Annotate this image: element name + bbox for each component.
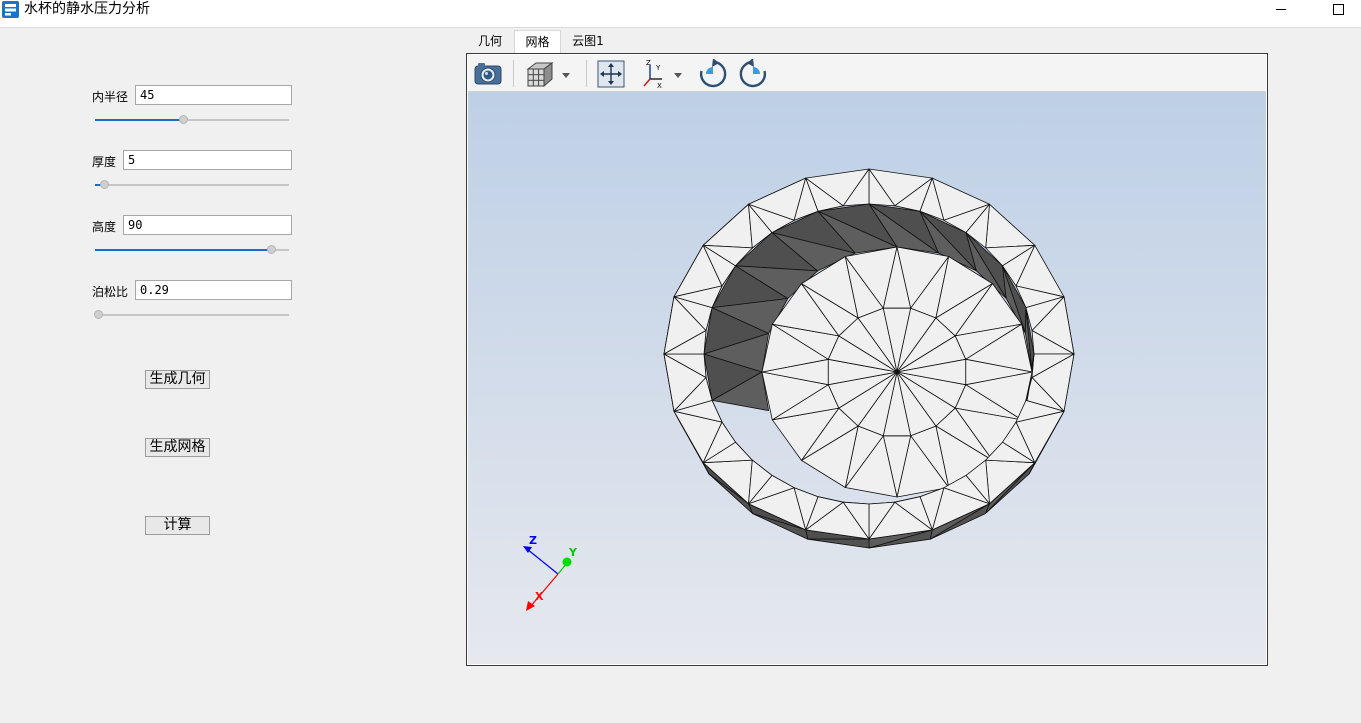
inner-radius-input[interactable]: 45 bbox=[135, 85, 292, 105]
generate-mesh-button[interactable]: 生成网格 bbox=[145, 438, 210, 457]
poisson-label: 泊松比 bbox=[92, 285, 129, 299]
cube-view-icon[interactable] bbox=[524, 59, 574, 89]
slider-handle[interactable] bbox=[94, 310, 103, 319]
fit-view-icon[interactable] bbox=[596, 59, 626, 89]
poisson-input[interactable]: 0.29 bbox=[135, 280, 292, 300]
toolbar-separator bbox=[513, 60, 514, 87]
axis-z-label: Z bbox=[529, 534, 537, 547]
toolbar-separator bbox=[586, 60, 587, 87]
rotate-ccw-icon[interactable] bbox=[738, 59, 768, 89]
slider-handle[interactable] bbox=[99, 180, 109, 189]
axes-orient-icon[interactable]: Z Y X bbox=[640, 59, 690, 89]
thickness-label: 厚度 bbox=[92, 155, 117, 169]
axis-y-label: Y bbox=[568, 546, 578, 559]
poisson-slider[interactable] bbox=[94, 309, 289, 321]
viewport-3d: Z Y X Z Y X bbox=[466, 53, 1268, 666]
minimize-button[interactable] bbox=[1266, 0, 1296, 18]
slider-handle[interactable] bbox=[178, 115, 188, 124]
svg-text:Z: Z bbox=[646, 59, 651, 67]
minimize-icon bbox=[1276, 8, 1286, 10]
inner-radius-label: 内半径 bbox=[92, 90, 129, 104]
window-title: 水杯的静水压力分析 bbox=[24, 1, 150, 17]
viewer-toolbar: Z Y X bbox=[468, 55, 1266, 92]
camera-icon[interactable] bbox=[473, 59, 503, 89]
tab-contour[interactable]: 云图1 bbox=[562, 30, 614, 53]
height-input[interactable]: 90 bbox=[123, 215, 292, 235]
svg-text:X: X bbox=[657, 82, 662, 89]
inner-radius-slider[interactable] bbox=[95, 114, 289, 126]
mesh-scene[interactable]: Z Y X bbox=[468, 92, 1266, 664]
svg-text:Y: Y bbox=[655, 64, 661, 72]
generate-geometry-button[interactable]: 生成几何 bbox=[145, 370, 210, 389]
app-icon bbox=[2, 1, 19, 18]
slider-handle[interactable] bbox=[266, 245, 276, 254]
rotate-cw-icon[interactable] bbox=[698, 59, 728, 89]
height-label: 高度 bbox=[92, 220, 117, 234]
title-bar: 水杯的静水压力分析 bbox=[0, 0, 1361, 28]
tab-geometry[interactable]: 几何 bbox=[467, 30, 513, 53]
thickness-slider[interactable] bbox=[95, 179, 289, 191]
height-slider[interactable] bbox=[95, 244, 289, 256]
axis-x-label: X bbox=[535, 590, 544, 603]
maximize-icon bbox=[1332, 3, 1344, 15]
tab-mesh[interactable]: 网格 bbox=[514, 30, 561, 53]
compute-button[interactable]: 计算 bbox=[145, 516, 210, 535]
thickness-input[interactable]: 5 bbox=[123, 150, 292, 170]
maximize-button[interactable] bbox=[1323, 0, 1353, 18]
